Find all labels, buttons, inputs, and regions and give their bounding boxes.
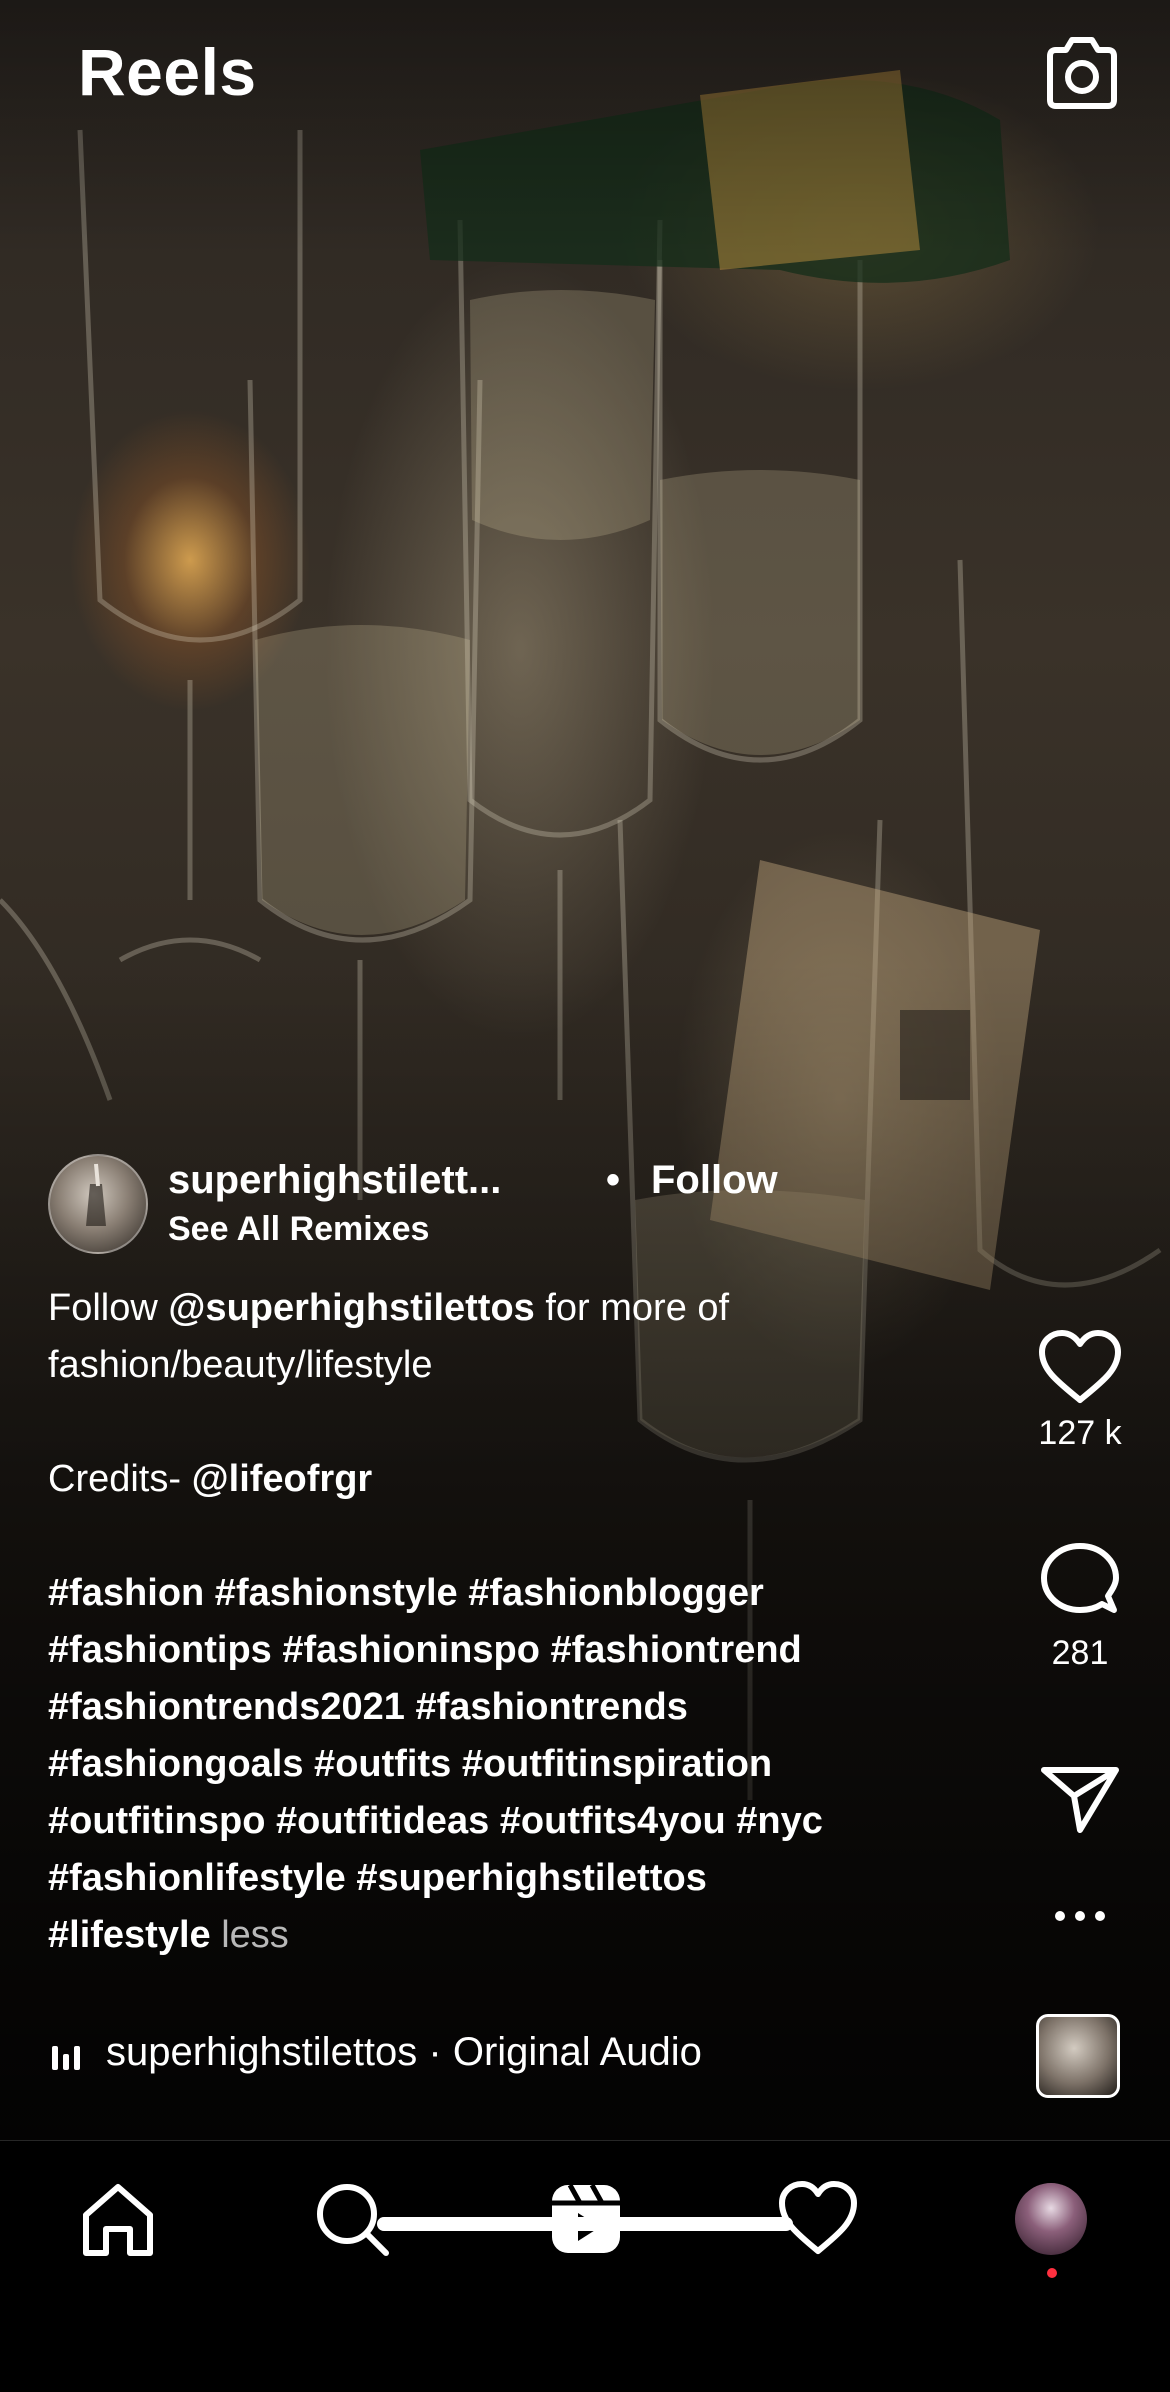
hashtag-line[interactable]: #fashiongoals #outfits #outfitinspiratio… bbox=[48, 1736, 978, 1793]
audio-label[interactable]: superhighstilettos · Original Audio bbox=[106, 2030, 702, 2075]
like-count: 127 k bbox=[1038, 1414, 1122, 1452]
more-options-icon[interactable] bbox=[1050, 1906, 1110, 1926]
comment-count: 281 bbox=[1051, 1634, 1109, 1672]
heart-icon[interactable] bbox=[1038, 1330, 1122, 1404]
hashtag-link[interactable]: #lifestyle bbox=[48, 1914, 211, 1956]
author-avatar[interactable] bbox=[48, 1154, 148, 1254]
camera-icon[interactable] bbox=[1042, 36, 1122, 112]
more-options-action[interactable] bbox=[1020, 1906, 1140, 1926]
caption-text: for more of bbox=[534, 1287, 730, 1329]
bottom-navigation bbox=[0, 2140, 1170, 2392]
separator-dot: • bbox=[606, 1158, 621, 1202]
caption-text: Follow bbox=[48, 1287, 169, 1329]
hashtag-line[interactable]: #fashion #fashionstyle #fashionblogger bbox=[48, 1565, 978, 1622]
audio-row[interactable]: superhighstilettos · Original Audio bbox=[48, 2030, 948, 2086]
share-action[interactable] bbox=[1020, 1764, 1140, 1834]
hashtag-line[interactable]: #outfitinspo #outfitideas #outfits4you #… bbox=[48, 1793, 978, 1850]
comment-icon[interactable] bbox=[1038, 1540, 1122, 1624]
like-action[interactable]: 127 k bbox=[1020, 1330, 1140, 1453]
audio-bars-icon bbox=[52, 2044, 82, 2070]
author-row: superhighstilett... • Follow See All Rem… bbox=[48, 1154, 948, 1254]
author-username[interactable]: superhighstilett... bbox=[168, 1158, 501, 1203]
credits-mention-link[interactable]: @lifeofrgr bbox=[192, 1458, 373, 1500]
see-all-remixes-link[interactable]: See All Remixes bbox=[168, 1210, 429, 1249]
caption-line: Follow @superhighstilettos for more of bbox=[48, 1280, 978, 1337]
mention-link[interactable]: @superhighstilettos bbox=[168, 1287, 534, 1329]
caption-less-toggle[interactable]: less bbox=[211, 1914, 289, 1956]
hashtag-line[interactable]: #fashiontips #fashioninspo #fashiontrend bbox=[48, 1622, 978, 1679]
hashtag-line: #lifestyle less bbox=[48, 1907, 978, 1964]
notification-dot bbox=[1047, 2268, 1057, 2278]
credits-line: Credits- @lifeofrgr bbox=[48, 1451, 978, 1508]
comment-action[interactable]: 281 bbox=[1020, 1540, 1140, 1673]
home-icon[interactable] bbox=[78, 2179, 158, 2259]
send-icon[interactable] bbox=[1040, 1764, 1120, 1834]
page-title: Reels bbox=[78, 35, 257, 109]
caption-line: fashion/beauty/lifestyle bbox=[48, 1344, 433, 1386]
profile-avatar[interactable] bbox=[1015, 2183, 1087, 2255]
audio-thumbnail[interactable] bbox=[1036, 2014, 1120, 2098]
reel-caption[interactable]: Follow @superhighstilettos for more of f… bbox=[48, 1280, 978, 1964]
follow-button[interactable]: Follow bbox=[651, 1158, 778, 1203]
home-indicator[interactable] bbox=[377, 2217, 793, 2231]
hashtag-line[interactable]: #fashionlifestyle #superhighstilettos bbox=[48, 1850, 978, 1907]
hashtag-line[interactable]: #fashiontrends2021 #fashiontrends bbox=[48, 1679, 978, 1736]
credits-label: Credits- bbox=[48, 1458, 192, 1500]
